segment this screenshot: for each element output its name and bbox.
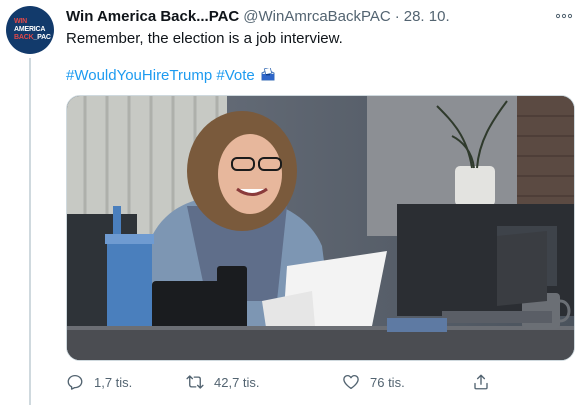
avatar-text-line1: WIN bbox=[14, 18, 28, 25]
retweet-icon bbox=[186, 375, 204, 389]
tweet-date[interactable]: 28. 10. bbox=[404, 8, 450, 25]
more-options-icon[interactable] bbox=[555, 6, 573, 22]
separator: · bbox=[394, 8, 400, 25]
reply-button[interactable]: 1,7 tis. bbox=[66, 373, 132, 391]
tweet-header: Win America Back...PAC @WinAmrcaBackPAC … bbox=[66, 8, 450, 25]
author-name[interactable]: Win America Back...PAC bbox=[66, 8, 239, 25]
tweet[interactable]: WIN AMERICA BACK_PAC Win America Back...… bbox=[0, 0, 586, 405]
like-count: 76 tis. bbox=[370, 374, 405, 390]
ballot-box-icon bbox=[261, 66, 275, 81]
share-icon bbox=[474, 374, 488, 390]
thread-line bbox=[29, 58, 31, 405]
avatar-text-line2: AMERICA bbox=[14, 26, 46, 33]
author-handle[interactable]: @WinAmrcaBackPAC bbox=[243, 8, 390, 25]
hashtag-link[interactable]: #Vote bbox=[216, 67, 254, 84]
video-frame bbox=[67, 96, 574, 360]
tweet-video[interactable] bbox=[66, 95, 575, 361]
hashtag-link[interactable]: #WouldYouHireTrump bbox=[66, 67, 212, 84]
tweet-actions: 1,7 tis. 42,7 tis. 76 tis. bbox=[66, 373, 496, 393]
avatar[interactable]: WIN AMERICA BACK_PAC bbox=[6, 6, 54, 54]
tweet-text: Remember, the election is a job intervie… bbox=[66, 30, 343, 47]
like-button[interactable]: 76 tis. bbox=[342, 373, 405, 391]
heart-icon bbox=[343, 374, 359, 390]
reply-count: 1,7 tis. bbox=[94, 374, 133, 390]
retweet-button[interactable]: 42,7 tis. bbox=[186, 373, 260, 391]
avatar-text-line3: BACK_PAC bbox=[14, 34, 51, 41]
share-button[interactable] bbox=[472, 373, 500, 391]
reply-icon bbox=[67, 374, 83, 390]
retweet-count: 42,7 tis. bbox=[214, 374, 260, 390]
hashtags: #WouldYouHireTrump #Vote bbox=[66, 66, 275, 84]
